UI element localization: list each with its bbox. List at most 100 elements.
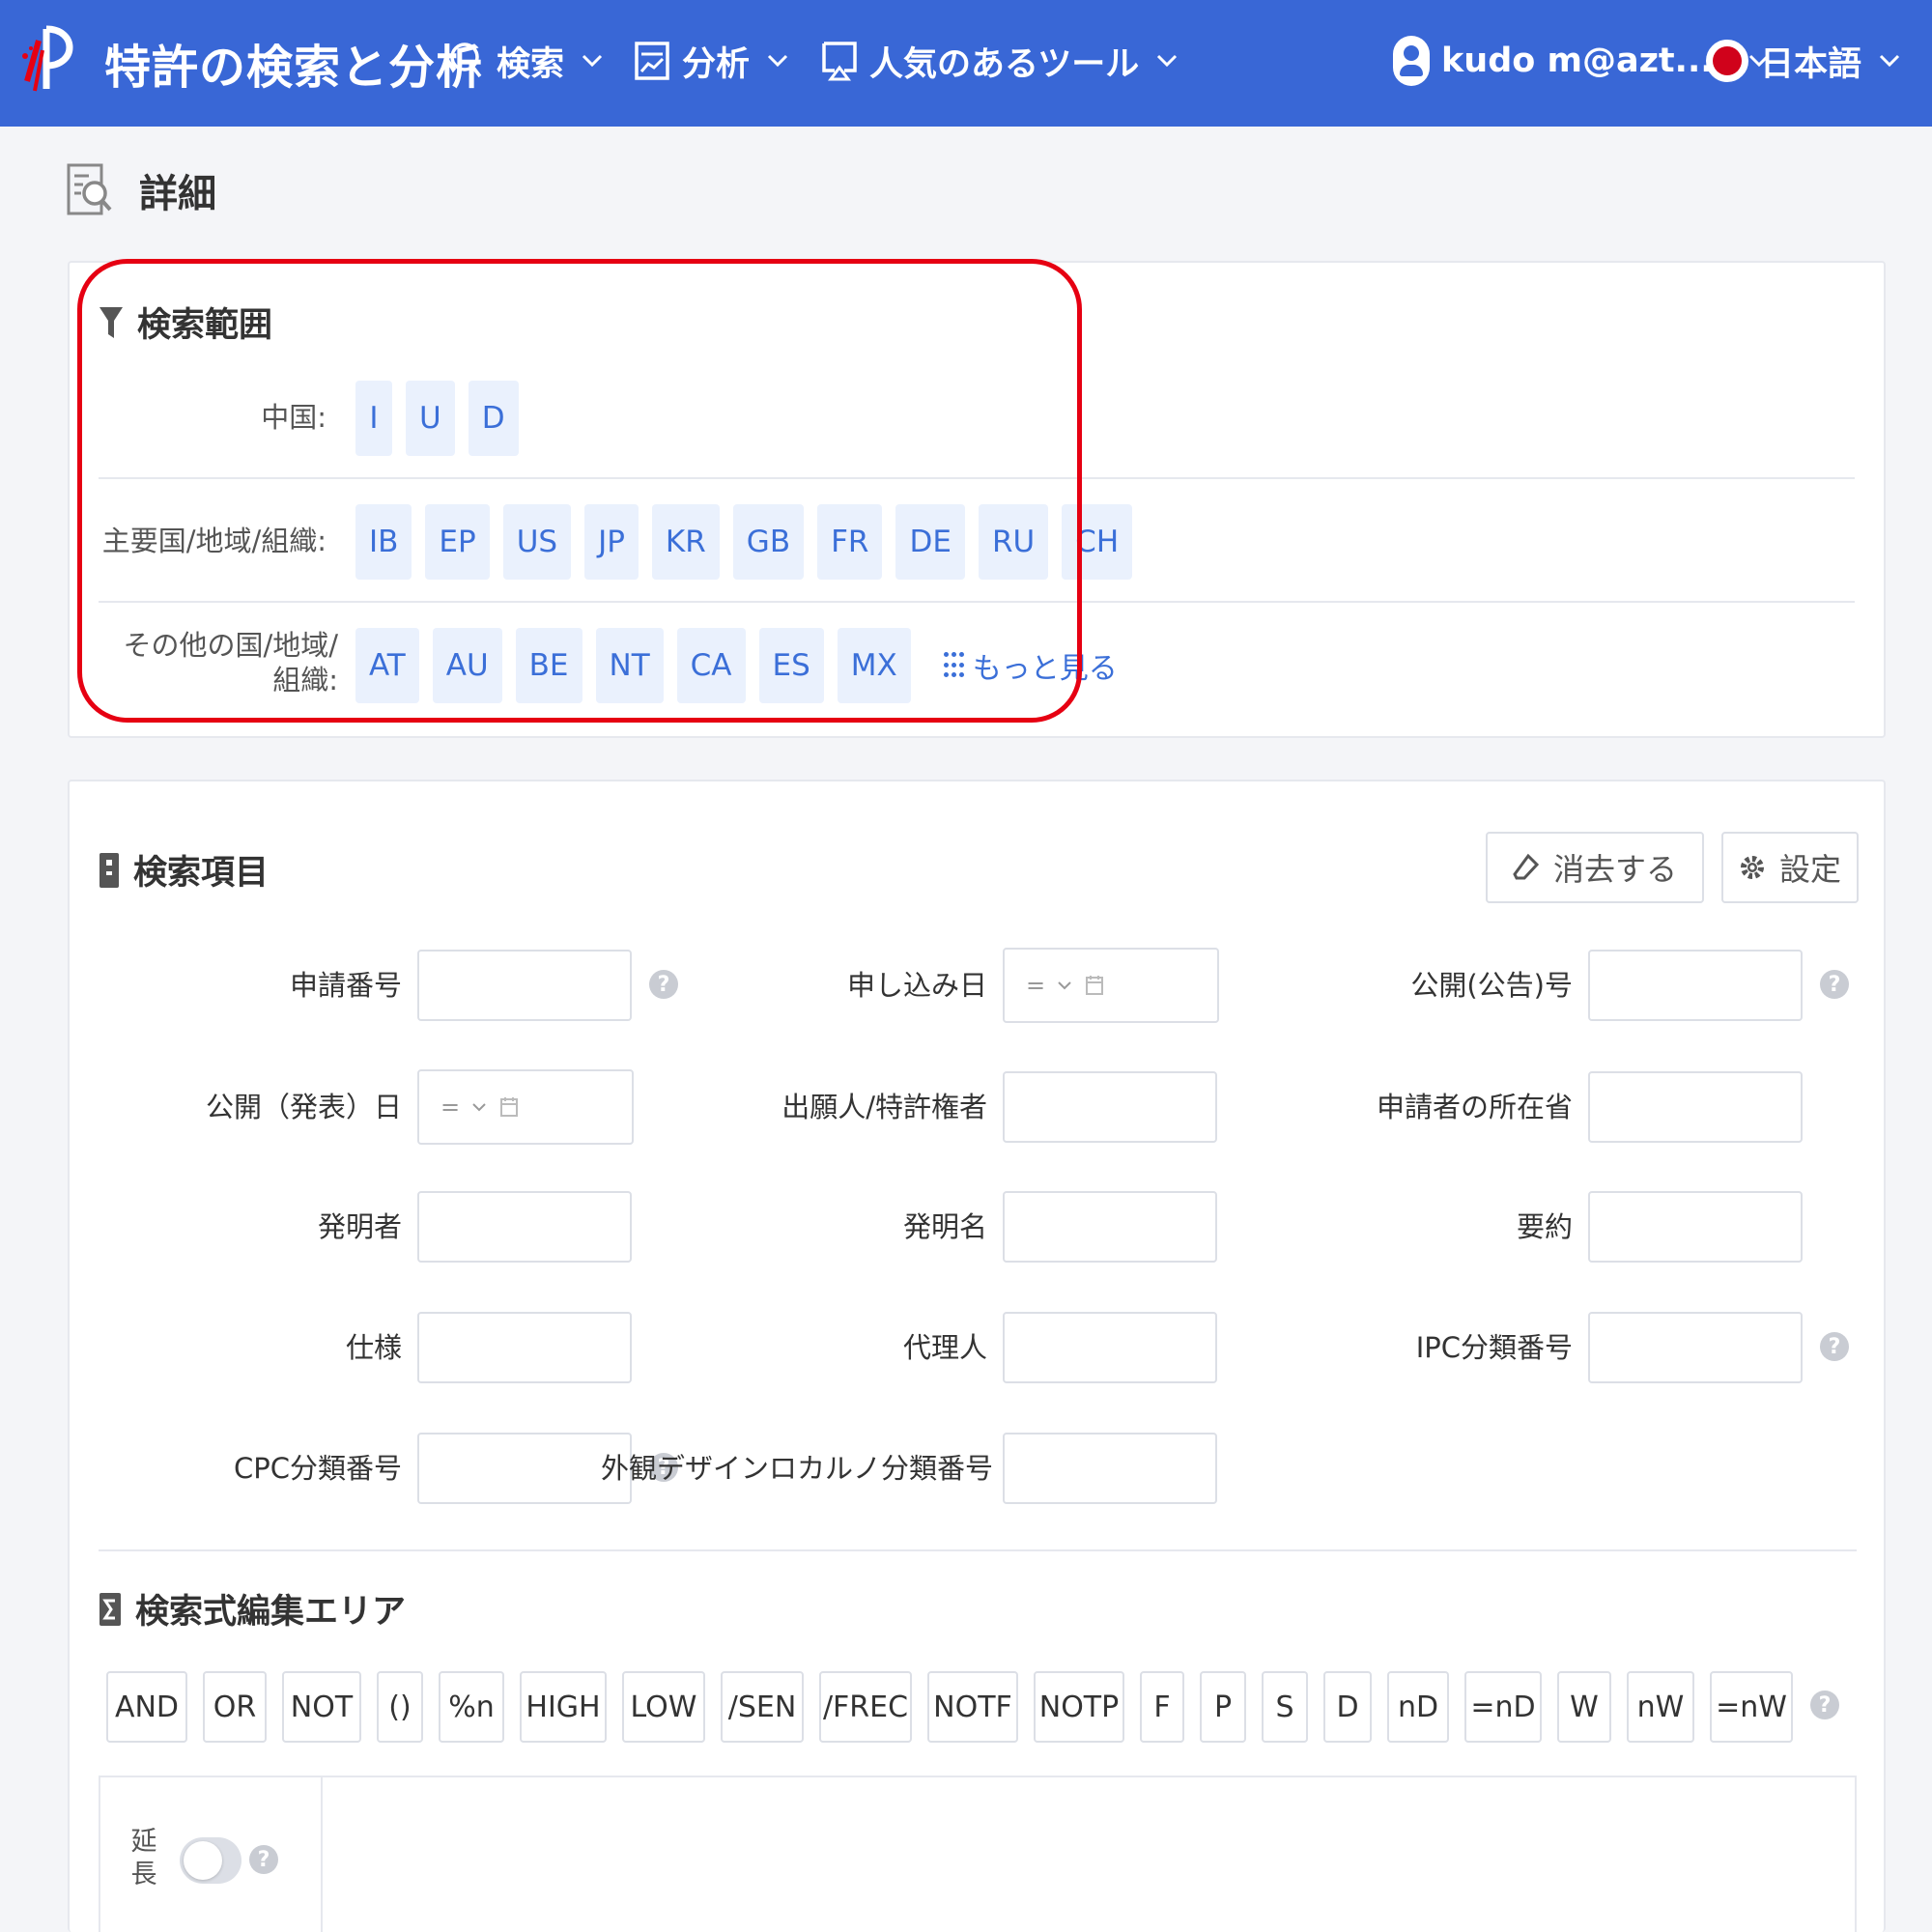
chip-cn-i[interactable]: I <box>355 381 392 456</box>
language-menu[interactable]: 日本語 <box>1706 37 1900 85</box>
clear-button[interactable]: 消去する <box>1486 832 1704 903</box>
search-scope-card: 検索範囲 中国: I U D 主要国/地域/組織: IB EP US JP KR… <box>68 261 1886 738</box>
chip-de[interactable]: DE <box>895 504 965 580</box>
pub-number-input[interactable] <box>1588 950 1803 1021</box>
chip-cn-u[interactable]: U <box>406 381 455 456</box>
op-or[interactable]: OR <box>203 1671 267 1743</box>
chip-ch[interactable]: CH <box>1062 504 1133 580</box>
eraser-icon <box>1513 853 1540 880</box>
chip-es[interactable]: ES <box>758 628 824 703</box>
op-notf[interactable]: NOTF <box>927 1671 1018 1743</box>
nav-popular-tools[interactable]: 人気のあるツール <box>821 37 1178 85</box>
op-s[interactable]: S <box>1262 1671 1308 1743</box>
help-icon[interactable]: ? <box>1820 1332 1849 1361</box>
op-not[interactable]: NOT <box>282 1671 361 1743</box>
chip-jp[interactable]: JP <box>584 504 639 580</box>
calendar-icon <box>500 1097 519 1117</box>
chip-us[interactable]: US <box>502 504 572 580</box>
nav-search[interactable]: 検索 <box>448 37 603 85</box>
expression-textarea[interactable] <box>325 1777 1855 1932</box>
help-icon[interactable]: ? <box>249 1845 278 1874</box>
chip-ru[interactable]: RU <box>978 504 1049 580</box>
clear-button-label: 消去する <box>1552 851 1677 888</box>
chip-ca[interactable]: CA <box>676 628 746 703</box>
op-eq-nw[interactable]: =nW <box>1710 1671 1793 1743</box>
settings-button[interactable]: 設定 <box>1721 832 1859 903</box>
chip-ep[interactable]: EP <box>425 504 490 580</box>
chip-cn-d[interactable]: D <box>468 381 519 456</box>
language-label: 日本語 <box>1760 44 1862 84</box>
nav-analysis[interactable]: 分析 <box>634 37 788 85</box>
op-and[interactable]: AND <box>106 1671 187 1743</box>
op-w[interactable]: W <box>1557 1671 1611 1743</box>
scope-row-china: 中国: I U D <box>99 357 1855 479</box>
chip-at[interactable]: AT <box>355 628 419 703</box>
op-nd[interactable]: nD <box>1387 1671 1449 1743</box>
japan-flag-icon <box>1706 40 1748 82</box>
chip-nt[interactable]: NT <box>595 628 664 703</box>
app-number-input[interactable] <box>417 950 632 1021</box>
op-nw[interactable]: nW <box>1627 1671 1694 1743</box>
chip-fr[interactable]: FR <box>817 504 883 580</box>
op-percent-n[interactable]: %n <box>439 1671 504 1743</box>
gear-icon <box>1740 856 1764 879</box>
search-scope-title: 検索範囲 <box>99 298 272 347</box>
chip-kr[interactable]: KR <box>651 504 720 580</box>
scope-label-china: 中国: <box>261 401 327 434</box>
detail-search-icon <box>67 163 112 215</box>
chevron-down-icon <box>472 1103 486 1112</box>
label-applicant-region: 申請者の所在省 <box>1376 1091 1573 1123</box>
date-operator: = <box>1026 972 1046 999</box>
chip-mx[interactable]: MX <box>837 628 911 703</box>
applicant-input[interactable] <box>1003 1071 1217 1143</box>
show-more-link[interactable]: もっと見る <box>943 644 1118 687</box>
sigma-icon <box>99 1592 121 1626</box>
settings-button-label: 設定 <box>1778 851 1841 888</box>
op-sen[interactable]: /SEN <box>721 1671 804 1743</box>
help-icon[interactable]: ? <box>1810 1690 1839 1719</box>
applicant-region-input[interactable] <box>1588 1071 1803 1143</box>
brand-title[interactable]: 特許の検索と分析 <box>104 29 483 97</box>
chip-gb[interactable]: GB <box>732 504 805 580</box>
spec-input[interactable] <box>417 1312 632 1383</box>
nav-search-label: 検索 <box>497 44 565 84</box>
op-low[interactable]: LOW <box>622 1671 705 1743</box>
label-spec: 仕様 <box>345 1331 402 1364</box>
scope-label-other: その他の国/地域/組織: <box>123 629 338 696</box>
logo-icon[interactable] <box>17 21 85 97</box>
invention-name-input[interactable] <box>1003 1191 1217 1263</box>
cpc-input[interactable] <box>417 1433 632 1504</box>
chip-be[interactable]: BE <box>515 628 582 703</box>
scope-row-major: 主要国/地域/組織: IB EP US JP KR GB FR DE RU CH <box>99 481 1855 603</box>
op-frec[interactable]: /FREC <box>819 1671 912 1743</box>
tools-icon <box>822 42 857 81</box>
op-p[interactable]: P <box>1200 1671 1246 1743</box>
extend-toggle[interactable] <box>180 1837 242 1884</box>
inventor-input[interactable] <box>417 1191 632 1263</box>
ipc-input[interactable] <box>1588 1312 1803 1383</box>
help-icon[interactable]: ? <box>1820 970 1849 999</box>
label-app-date: 申し込み日 <box>846 969 987 1002</box>
chip-ib[interactable]: IB <box>355 504 412 580</box>
list-icon <box>99 852 119 888</box>
label-pub-date: 公開（発表）日 <box>205 1091 402 1123</box>
expression-editor-title: 検索式編集エリア <box>99 1584 406 1634</box>
locarno-input[interactable] <box>1003 1433 1217 1504</box>
op-notp[interactable]: NOTP <box>1034 1671 1124 1743</box>
op-f[interactable]: F <box>1140 1671 1184 1743</box>
label-pub-number: 公開(公告)号 <box>1410 969 1573 1002</box>
agent-input[interactable] <box>1003 1312 1217 1383</box>
page-title: 詳細 <box>66 162 216 218</box>
chip-au[interactable]: AU <box>432 628 502 703</box>
extend-label: 延長 <box>130 1827 157 1889</box>
user-name: kudo m@azt... <box>1441 42 1714 80</box>
expression-editor-title-text: 検索式編集エリア <box>135 1593 407 1632</box>
op-d[interactable]: D <box>1323 1671 1372 1743</box>
op-parens[interactable]: () <box>377 1671 423 1743</box>
op-high[interactable]: HIGH <box>520 1671 607 1743</box>
chip-group-other: AT AU BE NT CA ES MX もっと見る <box>355 605 1118 726</box>
search-items-title: 検索項目 <box>99 845 269 895</box>
page-title-text: 詳細 <box>139 172 216 216</box>
abstract-input[interactable] <box>1588 1191 1803 1263</box>
op-eq-nd[interactable]: =nD <box>1464 1671 1542 1743</box>
